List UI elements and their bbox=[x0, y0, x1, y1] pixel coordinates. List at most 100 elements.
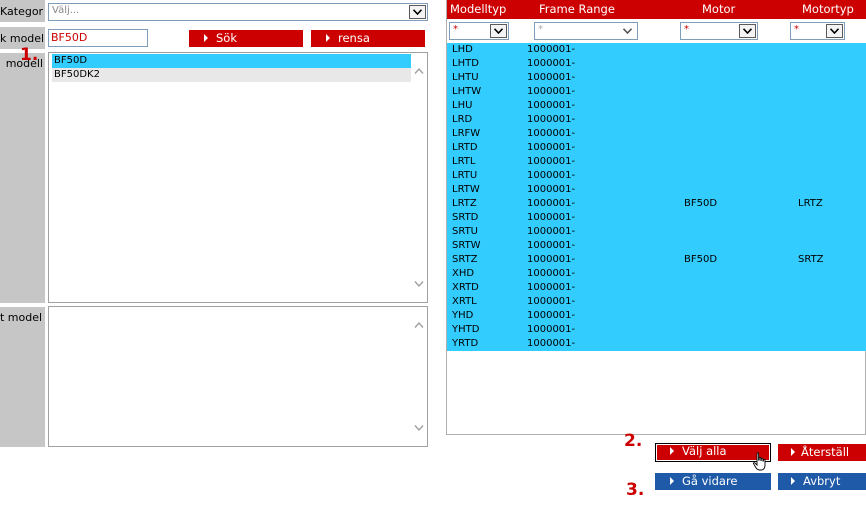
search-button[interactable]: Sök bbox=[189, 30, 303, 47]
table-row[interactable]: LHTW 1000001- bbox=[447, 85, 866, 99]
scroll-down-icon[interactable] bbox=[414, 424, 424, 432]
continue-button[interactable]: Gå vidare bbox=[655, 473, 771, 490]
column-header-frame-range[interactable]: Frame Range bbox=[539, 2, 615, 16]
cell-motor: BF50D bbox=[684, 254, 718, 265]
vald-modell-label: t modell bbox=[0, 311, 43, 324]
filter-value: * bbox=[453, 24, 458, 35]
kategori-select-value: Välj... bbox=[52, 5, 80, 16]
play-triangle-icon bbox=[670, 447, 674, 455]
search-button-label: Sök bbox=[216, 31, 237, 45]
cell-modelltyp: SRTU bbox=[452, 226, 478, 237]
cell-modelltyp: LHD bbox=[452, 44, 473, 55]
table-row[interactable]: LRTW 1000001- bbox=[447, 183, 866, 197]
cell-frame-range: 1000001- bbox=[527, 198, 576, 209]
filter-frame-range-select[interactable]: * bbox=[534, 22, 638, 40]
model-listbox[interactable]: BF50D BF50DK2 bbox=[48, 52, 428, 303]
filter-value: * bbox=[538, 24, 543, 35]
table-row[interactable]: LHU 1000001- bbox=[447, 99, 866, 113]
cancel-button[interactable]: Avbryt bbox=[778, 473, 866, 490]
cell-frame-range: 1000001- bbox=[527, 44, 576, 55]
reset-button-label: Återställ bbox=[801, 445, 850, 459]
cell-modelltyp: LHTU bbox=[452, 72, 479, 83]
filter-row: * * * * bbox=[447, 19, 866, 43]
cell-modelltyp: LRTD bbox=[452, 142, 478, 153]
hand-cursor-icon bbox=[753, 452, 766, 471]
cell-modelltyp: SRTZ bbox=[452, 254, 478, 265]
label-column-modeller bbox=[0, 53, 45, 303]
cell-modelltyp: YHD bbox=[452, 310, 474, 321]
filter-motor-select[interactable]: * bbox=[680, 22, 758, 40]
chevron-down-icon bbox=[826, 24, 843, 38]
table-row[interactable]: LRFW 1000001- bbox=[447, 127, 866, 141]
filter-value: * bbox=[684, 24, 689, 35]
table-row[interactable]: LHTD 1000001- bbox=[447, 57, 866, 71]
list-item[interactable]: BF50DK2 bbox=[52, 68, 411, 82]
search-input[interactable]: BF50D bbox=[48, 29, 148, 47]
reset-button[interactable]: Återställ bbox=[778, 444, 866, 461]
cell-frame-range: 1000001- bbox=[527, 226, 576, 237]
table-row[interactable]: YRTD 1000001- bbox=[447, 337, 866, 351]
cancel-button-label: Avbryt bbox=[803, 474, 841, 488]
step-one-marker: 1. bbox=[20, 45, 39, 65]
play-triangle-icon bbox=[791, 477, 795, 485]
table-row[interactable]: LRTZ 1000001- BF50D LRTZ bbox=[447, 197, 866, 211]
cell-modelltyp: XHD bbox=[452, 268, 475, 279]
clear-button-label: rensa bbox=[338, 31, 370, 45]
cell-frame-range: 1000001- bbox=[527, 282, 576, 293]
table-row[interactable]: SRTU 1000001- bbox=[447, 225, 866, 239]
cell-motortyp: SRTZ bbox=[798, 254, 824, 265]
cell-frame-range: 1000001- bbox=[527, 142, 576, 153]
table-row[interactable]: LRTD 1000001- bbox=[447, 141, 866, 155]
table-row[interactable]: XRTD 1000001- bbox=[447, 281, 866, 295]
table-row[interactable]: LRTL 1000001- bbox=[447, 155, 866, 169]
play-triangle-icon bbox=[791, 448, 795, 456]
table-row[interactable]: SRTZ 1000001- BF50D SRTZ bbox=[447, 253, 866, 267]
chevron-down-icon bbox=[739, 24, 756, 38]
step-three-marker: 3. bbox=[626, 480, 645, 500]
filter-motortyp-select[interactable]: * bbox=[790, 22, 845, 40]
cell-modelltyp: LHTW bbox=[452, 86, 482, 97]
cell-modelltyp: LRTL bbox=[452, 156, 476, 167]
cell-frame-range: 1000001- bbox=[527, 128, 576, 139]
play-triangle-icon bbox=[670, 477, 674, 485]
scroll-down-icon[interactable] bbox=[414, 280, 424, 288]
kategori-label: Kategori bbox=[0, 5, 43, 18]
play-triangle-icon bbox=[204, 34, 208, 42]
cell-modelltyp: YRTD bbox=[452, 338, 479, 349]
table-row[interactable]: LRD 1000001- bbox=[447, 113, 866, 127]
scroll-up-icon[interactable] bbox=[414, 67, 424, 75]
table-row[interactable]: LRTU 1000001- bbox=[447, 169, 866, 183]
table-row[interactable]: XRTL 1000001- bbox=[447, 295, 866, 309]
cell-modelltyp: LRD bbox=[452, 114, 473, 125]
cell-frame-range: 1000001- bbox=[527, 184, 576, 195]
selected-model-listbox[interactable] bbox=[48, 306, 428, 447]
table-row[interactable]: SRTD 1000001- bbox=[447, 211, 866, 225]
clear-button[interactable]: rensa bbox=[311, 30, 425, 47]
table-row[interactable]: SRTW 1000001- bbox=[447, 239, 866, 253]
filter-modelltyp-select[interactable]: * bbox=[449, 22, 509, 40]
cell-modelltyp: LRTU bbox=[452, 170, 478, 181]
table-row[interactable]: LHD 1000001- bbox=[447, 43, 866, 57]
cell-modelltyp: XRTD bbox=[452, 282, 479, 293]
cell-frame-range: 1000001- bbox=[527, 296, 576, 307]
cell-modelltyp: LRFW bbox=[452, 128, 481, 139]
column-header-motortyp[interactable]: Motortyp bbox=[802, 2, 854, 16]
list-item[interactable]: BF50D bbox=[52, 54, 411, 68]
cell-frame-range: 1000001- bbox=[527, 324, 576, 335]
sok-modell-label: k modell bbox=[0, 32, 43, 45]
cell-frame-range: 1000001- bbox=[527, 212, 576, 223]
kategori-select[interactable]: Välj... bbox=[48, 3, 428, 21]
filter-value: * bbox=[794, 24, 799, 35]
scroll-up-icon[interactable] bbox=[414, 321, 424, 329]
table-row[interactable]: XHD 1000001- bbox=[447, 267, 866, 281]
table-row[interactable]: YHD 1000001- bbox=[447, 309, 866, 323]
table-row[interactable]: LHTU 1000001- bbox=[447, 71, 866, 85]
column-header-modelltyp[interactable]: Modelltyp bbox=[450, 2, 506, 16]
cell-frame-range: 1000001- bbox=[527, 100, 576, 111]
cell-frame-range: 1000001- bbox=[527, 310, 576, 321]
chevron-down-icon bbox=[490, 24, 507, 38]
column-header-motor[interactable]: Motor bbox=[702, 2, 735, 16]
cell-modelltyp: LHTD bbox=[452, 58, 479, 69]
table-row[interactable]: YHTD 1000001- bbox=[447, 323, 866, 337]
label-column-vald bbox=[0, 307, 45, 447]
